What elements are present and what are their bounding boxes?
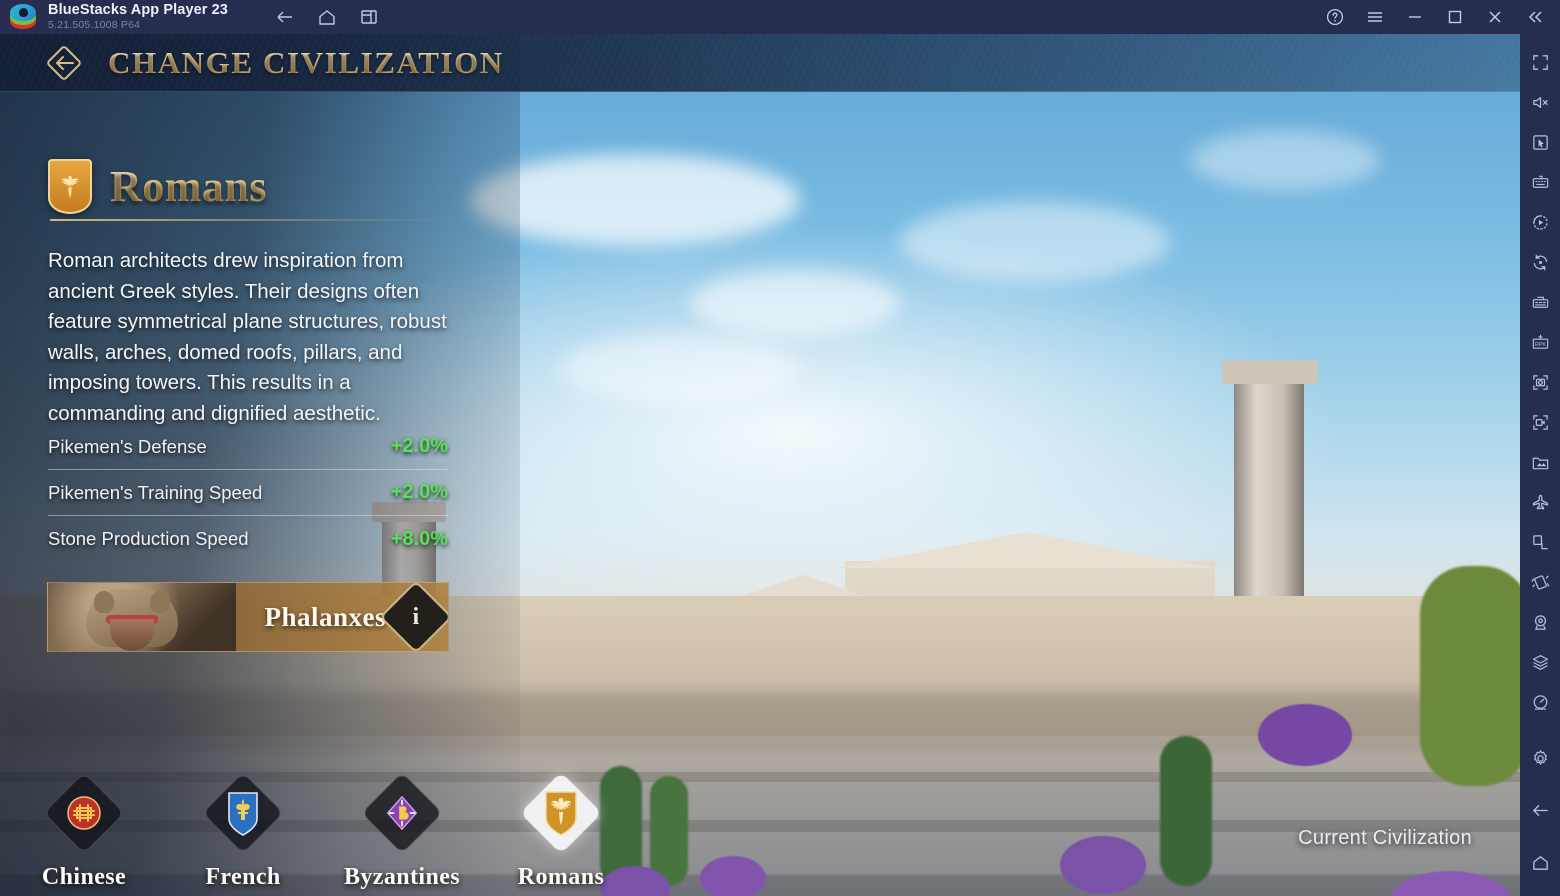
stat-value: +2.0% [390,435,448,457]
eagle-crest-icon [540,788,582,838]
unit-portrait [48,583,236,651]
title-divider [50,219,448,221]
sync-icon[interactable] [1520,242,1560,282]
home-icon[interactable] [316,6,338,28]
resize-icon[interactable] [1520,522,1560,562]
bluestacks-window: BlueStacks App Player 23 5.21.505.1008 P… [0,0,1560,896]
screenshot-icon[interactable] [1520,362,1560,402]
maximize-icon[interactable] [1444,6,1466,28]
fullscreen-icon[interactable] [1520,42,1560,82]
civ-option-byzantines[interactable]: Byzantines [342,771,462,891]
close-icon[interactable] [1484,6,1506,28]
info-label: i [412,603,420,630]
eco-mode-icon[interactable] [1520,482,1560,522]
shake-icon[interactable] [1520,562,1560,602]
stat-label: Pikemen's Training Speed [48,481,263,503]
stat-row: Pikemen's Training Speed +2.0% [48,470,448,516]
civ-option-french[interactable]: French [183,771,303,891]
svg-text:RPK: RPK [1535,341,1546,347]
stat-label: Pikemen's Defense [48,435,207,457]
media-manager-icon[interactable] [1520,442,1560,482]
byzantine-cross-icon [381,788,423,838]
mute-icon[interactable] [1520,82,1560,122]
civilization-header: Romans [48,159,267,214]
bluestacks-logo-icon [10,4,36,30]
eagle-crest-icon [48,159,92,214]
help-icon[interactable] [1324,6,1346,28]
multi-instance-icon[interactable] [1520,642,1560,682]
civilization-selector: Chinese French Byzantines Romans [0,771,1520,890]
titlebar-nav-group [274,6,380,28]
screen-header: CHANGE CIVILIZATION [0,34,1520,92]
unit-info-button[interactable]: i [379,583,448,651]
fleur-de-lis-icon [222,788,264,838]
back-icon[interactable] [274,6,296,28]
chinese-knot-icon [63,788,105,838]
stat-value: +2.0% [390,481,448,503]
civ-label: Romans [517,864,605,890]
page-title: CHANGE CIVILIZATION [108,44,504,80]
settings-gear-icon[interactable] [1520,738,1560,778]
cursor-icon[interactable] [1520,122,1560,162]
collapse-icon[interactable] [1524,6,1546,28]
location-icon[interactable] [1520,602,1560,642]
civ-label: Byzantines [343,864,460,890]
app-title: BlueStacks App Player 23 [48,2,228,19]
back-nav-icon[interactable] [1520,790,1560,830]
window-titlebar: BlueStacks App Player 23 5.21.505.1008 P… [0,0,1560,34]
civ-option-chinese[interactable]: Chinese [24,771,144,891]
current-civilization-label: Current Civilization [1298,827,1472,849]
stat-row: Stone Production Speed +8.0% [48,516,448,562]
unit-name: Phalanxes [264,601,386,632]
civ-label: French [205,864,281,890]
rpk-icon[interactable]: RPK [1520,322,1560,362]
performance-icon[interactable] [1520,682,1560,722]
game-viewport[interactable]: CHANGE CIVILIZATION Romans Roman archite… [0,34,1520,896]
menu-icon[interactable] [1364,6,1386,28]
civilization-stats: Pikemen's Defense +2.0% Pikemen's Traini… [48,424,448,562]
civilization-description: Roman architects drew inspiration from a… [48,249,447,425]
civ-option-romans[interactable]: Romans [501,771,621,891]
recents-icon[interactable] [358,6,380,28]
record-video-icon[interactable] [1520,402,1560,442]
stat-value: +8.0% [390,527,448,550]
civilization-name: Romans [110,162,268,211]
window-controls [1324,0,1554,34]
macro-play-icon[interactable] [1520,202,1560,242]
unique-unit-card[interactable]: Phalanxes i [47,582,449,652]
civ-label: Chinese [41,864,127,890]
stat-row: Pikemen's Defense +2.0% [48,424,448,470]
bluestacks-sidebar: RPK [1520,34,1560,896]
stat-label: Stone Production Speed [48,528,249,549]
keyboard-controls-icon[interactable] [1520,282,1560,322]
minimize-icon[interactable] [1404,6,1426,28]
app-version: 5.21.505.1008 P64 [48,18,141,31]
keymapping-icon[interactable] [1520,162,1560,202]
home-nav-icon[interactable] [1520,842,1560,882]
back-button[interactable] [42,41,86,85]
